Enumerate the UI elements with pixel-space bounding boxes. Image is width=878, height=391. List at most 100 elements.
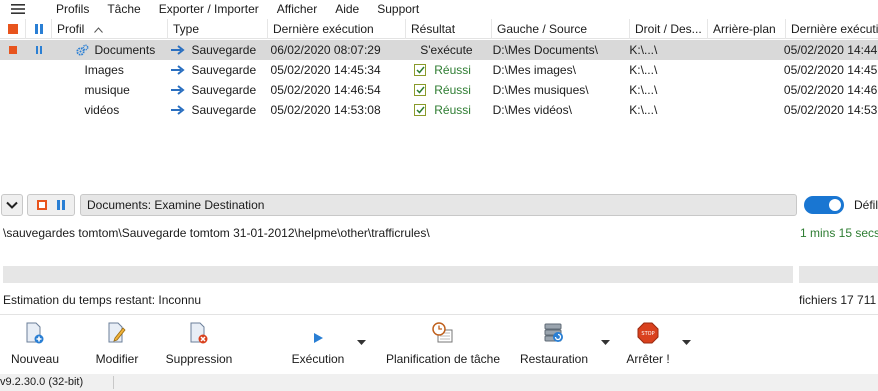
stop-pause-buttons — [27, 194, 75, 216]
restore-button[interactable]: Restauration — [516, 316, 592, 372]
result-cell: Réussi — [402, 100, 487, 120]
row-state-cell — [0, 60, 26, 80]
source-cell: D:\Mes musiques\ — [492, 83, 589, 97]
destination-cell: K:\...\ — [629, 43, 658, 57]
last-run-cell: 06/02/2020 08:07:29 — [270, 43, 381, 57]
column-header-profil[interactable]: Profil — [52, 19, 168, 39]
new-label: Nouveau — [10, 352, 60, 366]
result-label: Réussi — [434, 103, 471, 117]
menu-tache[interactable]: Tâche — [98, 0, 149, 18]
scroll-toggle-label: Défil — [854, 198, 878, 212]
restore-label: Restauration — [519, 352, 589, 366]
profil-cell: musique — [52, 80, 167, 100]
success-check-icon — [414, 104, 427, 116]
column-header-last-run-2[interactable]: Dernière exécutio — [786, 19, 878, 39]
stop-sign-icon: STOP — [637, 322, 659, 344]
divider — [0, 314, 878, 315]
menu-exporter-importer[interactable]: Exporter / Importer — [150, 0, 268, 18]
column-header-type[interactable]: Type — [168, 19, 268, 39]
row-pause-cell — [26, 60, 52, 80]
restore-drive-icon — [544, 323, 563, 342]
bottom-toolbar: Nouveau Modifier Suppression Exécution P… — [0, 316, 878, 372]
table-row[interactable]: vidéos Sauvegarde 05/02/2020 14:53:08 Ré… — [0, 100, 878, 120]
table-row[interactable]: musique Sauvegarde 05/02/2020 14:46:54 R… — [0, 80, 878, 100]
restore-dropdown-icon[interactable] — [601, 340, 610, 346]
source-cell: D:\Mes vidéos\ — [492, 103, 572, 117]
background-cell — [702, 80, 779, 100]
destination-cell: K:\...\ — [629, 83, 658, 97]
table-row[interactable]: Images Sauvegarde 05/02/2020 14:45:34 Ré… — [0, 60, 878, 80]
last-run-2-cell: 05/02/2020 14:44 — [783, 43, 878, 57]
table-row[interactable]: Documents Sauvegarde 06/02/2020 08:07:29… — [0, 40, 878, 60]
time-estimate: Estimation du temps restant: Inconnu — [3, 293, 202, 307]
scroll-toggle[interactable] — [804, 196, 844, 214]
success-check-icon — [414, 84, 427, 96]
elapsed-time: 1 mins 15 secs — [800, 226, 878, 240]
profil-name: vidéos — [84, 103, 120, 117]
column-header-result[interactable]: Résultat — [406, 19, 492, 39]
type-label: Sauvegarde — [191, 103, 257, 117]
menu-aide[interactable]: Aide — [326, 0, 368, 18]
profil-name: Documents — [94, 43, 156, 57]
run-button[interactable]: Exécution — [284, 316, 352, 372]
file-count: fichiers 17 711 — [799, 293, 877, 307]
row-pause-cell — [26, 100, 52, 120]
row-pause-cell — [26, 80, 52, 100]
version-label: v9.2.30.0 (32-bit) — [0, 376, 84, 388]
delete-label: Suppression — [165, 352, 233, 366]
profil-name: Images — [84, 63, 124, 77]
new-document-icon — [26, 322, 44, 344]
new-button[interactable]: Nouveau — [6, 316, 64, 372]
edit-button[interactable]: Modifier — [88, 316, 146, 372]
type-cell: Sauvegarde — [166, 60, 265, 80]
run-label: Exécution — [291, 352, 345, 366]
profil-cell: Documents — [52, 40, 167, 60]
status-separator — [113, 376, 114, 389]
right-arrow-icon — [171, 65, 186, 75]
type-label: Sauvegarde — [191, 83, 257, 97]
source-cell: D:\Mes images\ — [492, 63, 576, 77]
stop-button[interactable]: STOP Arrêter ! — [620, 316, 676, 372]
run-dropdown-icon[interactable] — [357, 340, 366, 346]
header-pause-icon[interactable] — [26, 19, 52, 39]
schedule-button[interactable]: Planification de tâche — [384, 316, 502, 372]
type-label: Sauvegarde — [191, 63, 257, 77]
background-cell — [702, 60, 779, 80]
stop-label: Arrêter ! — [626, 352, 670, 366]
menu-afficher[interactable]: Afficher — [268, 0, 326, 18]
right-arrow-icon — [171, 105, 186, 115]
column-header-destination[interactable]: Droit / Des... — [630, 19, 708, 39]
row-state-cell — [0, 100, 26, 120]
destination-cell: K:\...\ — [629, 103, 658, 117]
result-cell: Réussi — [402, 80, 487, 100]
status-bar: v9.2.30.0 (32-bit) — [0, 374, 878, 391]
result-label: Réussi — [434, 63, 471, 77]
source-cell: D:\Mes Documents\ — [492, 43, 598, 57]
row-stop-icon[interactable] — [0, 40, 26, 60]
column-header-background[interactable]: Arrière-plan — [708, 19, 786, 39]
progress-control-bar: Documents: Examine Destination Défil — [0, 193, 878, 217]
collapse-button[interactable] — [1, 194, 23, 216]
menu-support[interactable]: Support — [368, 0, 428, 18]
progress-bar-main — [3, 266, 793, 283]
edit-label: Modifier — [95, 352, 139, 366]
status-text: Documents: Examine Destination — [80, 194, 797, 216]
delete-button[interactable]: Suppression — [162, 316, 236, 372]
stop-dropdown-icon[interactable] — [682, 340, 691, 346]
right-arrow-icon — [171, 45, 186, 55]
type-cell: Sauvegarde — [166, 80, 265, 100]
current-path: \sauvegardes tomtom\Sauvegarde tomtom 31… — [3, 226, 430, 240]
hamburger-menu-icon[interactable] — [0, 0, 36, 18]
pause-icon[interactable] — [57, 200, 65, 210]
column-label-profil: Profil — [57, 22, 85, 36]
column-header-source[interactable]: Gauche / Source — [492, 19, 630, 39]
column-header-last-run[interactable]: Dernière exécution — [268, 19, 406, 39]
header-stop-icon[interactable] — [0, 19, 26, 39]
schedule-clock-icon — [432, 322, 453, 343]
running-gears-icon — [75, 44, 88, 56]
row-pause-icon[interactable] — [26, 40, 52, 60]
destination-cell: K:\...\ — [629, 63, 658, 77]
result-cell: S'exécute — [402, 40, 487, 60]
stop-icon[interactable] — [37, 200, 47, 210]
menu-profils[interactable]: Profils — [36, 0, 98, 18]
